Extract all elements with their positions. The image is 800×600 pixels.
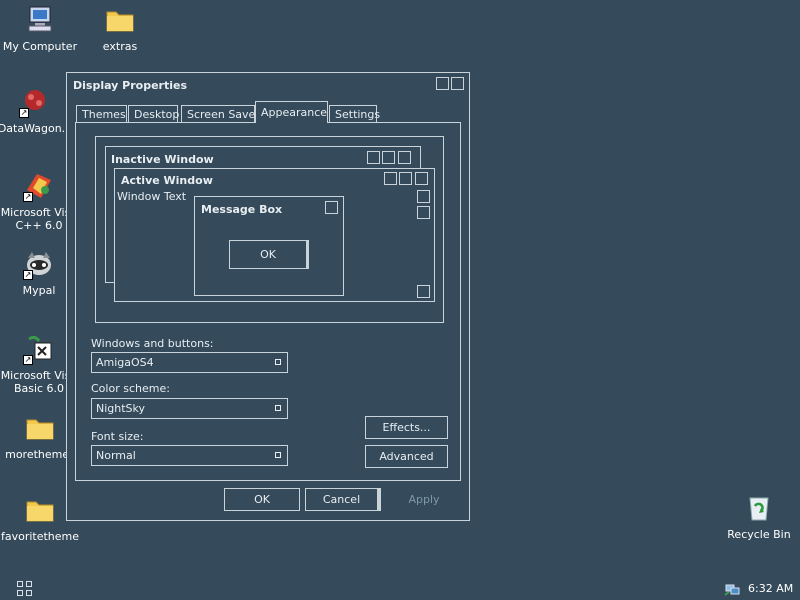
desktop-icon-extras[interactable]: extras xyxy=(80,4,160,53)
preview-ok-button: OK xyxy=(229,240,309,269)
windows-buttons-label: Windows and buttons: xyxy=(91,337,214,350)
inactive-window-title: Inactive Window xyxy=(111,153,214,166)
dropdown-arrow-icon xyxy=(275,359,281,365)
color-scheme-value: NightSky xyxy=(96,402,146,415)
active-maximize-icon xyxy=(399,172,412,185)
folder-icon xyxy=(24,494,56,526)
inactive-close-icon xyxy=(398,151,411,164)
effects-button[interactable]: Effects... xyxy=(365,416,448,439)
color-scheme-select[interactable]: NightSky xyxy=(91,398,288,419)
shortcut-arrow-icon: ↗ xyxy=(23,192,33,202)
ok-button[interactable]: OK xyxy=(224,488,300,511)
start-menu-icon[interactable] xyxy=(17,581,33,597)
folder-icon xyxy=(104,4,136,36)
font-size-label: Font size: xyxy=(91,430,144,443)
desktop-icon-label: Recycle Bin xyxy=(727,528,791,541)
scroll-down-icon xyxy=(417,206,430,219)
mypal-icon: ↗ xyxy=(23,248,55,280)
font-size-select[interactable]: Normal xyxy=(91,445,288,466)
window-text: Window Text xyxy=(117,190,187,203)
computer-icon xyxy=(24,4,56,36)
maximize-button[interactable] xyxy=(436,77,449,90)
appearance-preview: Inactive Window Active Window Window Tex… xyxy=(95,136,444,323)
appearance-panel: Inactive Window Active Window Window Tex… xyxy=(75,122,461,481)
active-window-title: Active Window xyxy=(121,174,213,187)
datawagon-icon: ↗ xyxy=(19,86,51,118)
tab-desktop[interactable]: Desktop xyxy=(128,105,179,123)
tab-screen-saver[interactable]: Screen Saver xyxy=(181,105,260,123)
display-properties-dialog: Display Properties Themes Desktop Screen… xyxy=(66,72,470,521)
tab-appearance[interactable]: Appearance xyxy=(255,101,328,123)
dialog-title: Display Properties xyxy=(73,79,188,92)
font-size-value: Normal xyxy=(96,449,136,462)
visual-cpp-icon: ↗ xyxy=(23,170,55,202)
desktop-icon-my-computer[interactable]: My Computer xyxy=(0,4,80,53)
shortcut-arrow-icon: ↗ xyxy=(23,270,33,280)
resize-grip-icon xyxy=(417,285,430,298)
visual-basic-icon: ↗ xyxy=(23,333,55,365)
dropdown-arrow-icon xyxy=(275,405,281,411)
desktop-icon-label: My Computer xyxy=(2,40,78,53)
inactive-minimize-icon xyxy=(367,151,380,164)
close-button[interactable] xyxy=(451,77,464,90)
scroll-up-icon xyxy=(417,190,430,203)
tab-themes[interactable]: Themes xyxy=(76,105,127,123)
tab-settings[interactable]: Settings xyxy=(329,105,380,123)
preview-message-box: Message Box OK xyxy=(194,196,344,296)
windows-buttons-select[interactable]: AmigaOS4 xyxy=(91,352,288,373)
dropdown-arrow-icon xyxy=(275,452,281,458)
desktop-icon-label: favoritetheme xyxy=(0,530,80,543)
desktop-icon-label: DataWagon... xyxy=(0,122,73,135)
cancel-button[interactable]: Cancel xyxy=(305,488,381,511)
inactive-maximize-icon xyxy=(382,151,395,164)
active-minimize-icon xyxy=(384,172,397,185)
folder-icon xyxy=(24,412,56,444)
message-box-title: Message Box xyxy=(201,203,283,216)
message-box-close-icon xyxy=(325,201,338,214)
desktop-icon-datawagon[interactable]: ↗ DataWagon... xyxy=(0,86,75,135)
advanced-button[interactable]: Advanced xyxy=(365,445,448,468)
color-scheme-label: Color scheme: xyxy=(91,382,170,395)
network-tray-icon[interactable] xyxy=(724,582,740,596)
preview-active-window: Active Window Window Text Message Box OK xyxy=(114,168,435,302)
taskbar-clock: 6:32 AM xyxy=(748,582,794,595)
windows-buttons-value: AmigaOS4 xyxy=(96,356,154,369)
active-close-icon xyxy=(415,172,428,185)
apply-button[interactable]: Apply xyxy=(386,488,462,511)
desktop-icon-label: extras xyxy=(102,40,138,53)
shortcut-arrow-icon: ↗ xyxy=(23,355,33,365)
desktop-icon-recycle-bin[interactable]: Recycle Bin xyxy=(719,492,799,541)
recycle-bin-icon xyxy=(743,492,775,524)
shortcut-arrow-icon: ↗ xyxy=(19,108,29,118)
